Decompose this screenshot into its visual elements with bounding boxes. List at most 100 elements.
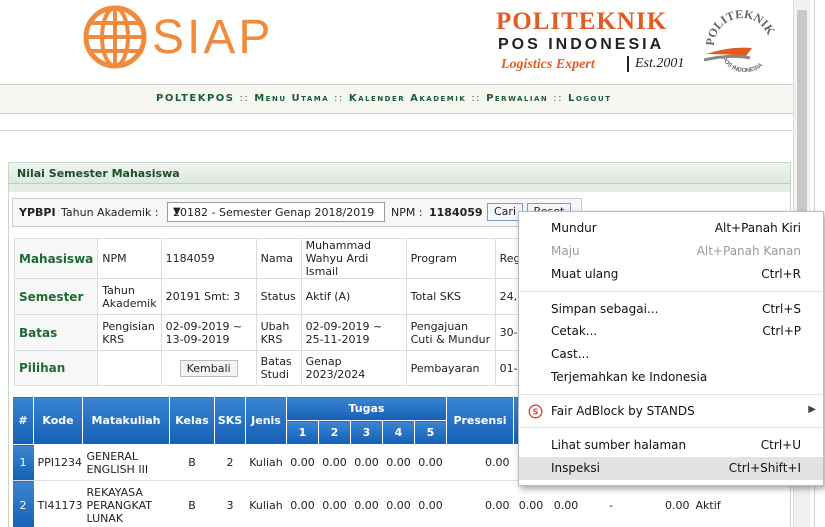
course-code: TI41173 [33,480,83,527]
menu-item-label: Simpan sebagai... [551,302,659,316]
context-menu: Mundur Alt+Panah Kiri Maju Alt+Panah Kan… [518,211,824,486]
student-info-table: Mahasiswa NPM 1184059 Nama Muhammad Wahy… [13,238,581,386]
fair-adblock-icon: S [528,404,543,419]
nav-home-link[interactable]: POLTEKPOS [156,93,234,104]
tagline: Logistics Expert [501,57,595,72]
menu-item-save-as[interactable]: Simpan sebagai... Ctrl+S [519,298,823,321]
tugas-2-score: 0.00 [318,444,351,481]
menu-item-shortcut: Ctrl+S [761,302,801,316]
col-tugas-header: Tugas [286,396,447,421]
info-row: Pilihan Kembali Batas Studi Genap 2023/2… [13,350,581,386]
poltekpos-emblem-icon: POLITEKNIK POS INDONESIA [703,7,778,75]
info-row-heading: Pilihan [13,350,99,386]
info-row-heading: Mahasiswa [13,238,99,279]
course-code: PPI1234 [33,444,83,481]
svg-text:POS INDONESIA: POS INDONESIA [720,56,764,74]
back-button[interactable]: Kembali [179,359,238,377]
info-row: Semester Tahun Akademik 20191 Smt: 3 Sta… [13,278,581,315]
nav-separator: :: [239,93,250,104]
col-tugas-3-header: 3 [350,420,383,445]
tugas-3-score: 0.00 [350,480,383,527]
menu-item-translate[interactable]: Terjemahkan ke Indonesia [519,366,823,389]
menu-item-shortcut: Ctrl+R [761,267,801,281]
course-name: GENERAL ENGLISH III [82,444,170,481]
info-label: Nama [255,238,302,279]
info-label: NPM [97,238,162,279]
menu-item-label: Cetak... [551,324,598,338]
info-label: Tahun Akademik [97,278,162,315]
menu-item-cast[interactable]: Cast... [519,343,823,366]
course-sks: 3 [214,480,246,527]
row-number: 1 [12,444,34,481]
menu-item-view-source[interactable]: Lihat sumber halaman Ctrl+U [519,434,823,457]
tugas-5-score: 0.00 [414,480,447,527]
col-kelas-header: Kelas [169,396,215,445]
menu-separator [520,394,822,395]
score-cell: 0.00 [513,480,549,527]
info-value: Muhammad Wahyu Ardi Ismail [300,238,407,279]
score-cell: 0.00 [638,480,690,527]
app-name: SIAP [152,11,274,64]
col-tugas-2-header: 2 [318,420,351,445]
tugas-1-score: 0.00 [286,444,319,481]
nav-separator: :: [553,93,563,104]
status-cell: Aktif [689,480,735,527]
emblem-arc-bottom-text: POS INDONESIA [720,56,764,74]
course-sks: 2 [214,444,246,481]
panel-divider [9,184,790,192]
panel-header: Nilai Semester Mahasiswa [9,163,790,184]
score-cell: - [583,480,639,527]
info-label: Total SKS [405,278,496,315]
divider [0,130,793,131]
nav-advising-link[interactable]: Perwalian [486,93,548,104]
main-nav: POLTEKPOS:: Menu Utama:: Kalender Akademik… [0,84,793,114]
row-number: 2 [12,480,34,527]
info-value: 1184059 [160,238,257,279]
nav-main-menu-link[interactable]: Menu Utama [254,93,329,104]
menu-item-back[interactable]: Mundur Alt+Panah Kiri [519,217,823,240]
info-label: Program [405,238,496,279]
menu-item-inspect[interactable]: Inspeksi Ctrl+Shift+I [519,457,823,480]
tugas-2-score: 0.00 [318,480,351,527]
menu-item-forward[interactable]: Maju Alt+Panah Kanan [519,240,823,263]
menu-item-label: Maju [551,244,580,258]
menu-item-print[interactable]: Cetak... Ctrl+P [519,320,823,343]
info-row: Batas Pengisian KRS 02-09-2019 ~ 13-09-2… [13,314,581,351]
svg-text:S: S [533,408,539,417]
col-jenis-header: Jenis [245,396,287,445]
info-label: Status [255,278,302,315]
site-header: SIAP POLITEKNIK POS INDONESIA Logistics … [0,0,793,82]
globe-logo-icon [83,5,147,69]
menu-item-label: Mundur [551,221,597,235]
table-row: 2 TI41173 REKAYASA PERANGKAT LUNAK B 3 K… [12,480,735,527]
nav-logout-link[interactable]: Logout [568,93,611,104]
presensi-score: 0.00 [446,444,514,481]
info-label: Ubah KRS [255,314,302,351]
institution-subname: POS INDONESIA [498,36,665,53]
info-label: Batas Studi [255,350,302,386]
info-value: 02-09-2019 ~ 13-09-2019 [160,314,257,351]
presensi-score: 0.00 [446,480,514,527]
established-text: Est.2001 [627,56,684,72]
panel-title: Nilai Semester Mahasiswa [17,167,180,180]
course-type: Kuliah [245,480,287,527]
org-label: YPBPI [19,206,56,219]
course-class: B [169,480,215,527]
col-matakuliah-header: Matakuliah [82,396,170,445]
menu-item-shortcut: Ctrl+P [762,324,801,338]
tugas-3-score: 0.00 [350,444,383,481]
col-tugas-5-header: 5 [414,420,447,445]
nav-calendar-link[interactable]: Kalender Akademik [349,93,466,104]
academic-year-select[interactable]: 20182 - Semester Genap 2018/2019 ▼ [167,202,385,222]
score-cell: 0.00 [548,480,584,527]
menu-item-reload[interactable]: Muat ulang Ctrl+R [519,263,823,286]
menu-item-shortcut: Alt+Panah Kiri [714,221,801,235]
col-sks-header: SKS [214,396,246,445]
info-value: 20191 Smt: 3 [160,278,257,315]
menu-item-label: Cast... [551,347,590,361]
menu-item-fair-adblock[interactable]: S Fair AdBlock by STANDS ▶ [519,400,823,423]
institution-name: POLITEKNIK [496,8,668,35]
menu-item-shortcut: Ctrl+U [760,438,801,452]
back-cell: Kembali [160,350,257,386]
tugas-5-score: 0.00 [414,444,447,481]
